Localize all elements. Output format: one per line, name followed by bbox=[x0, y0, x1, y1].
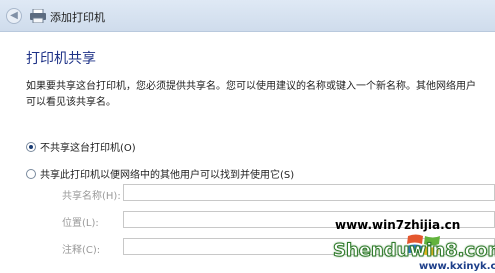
share-name-field[interactable] bbox=[123, 184, 495, 201]
radio-label: 共享此打印机以便网络中的其他用户可以找到并使用它(S) bbox=[40, 170, 295, 181]
back-arrow-icon: ◀ bbox=[10, 10, 18, 21]
printer-icon bbox=[30, 9, 46, 23]
radio-share[interactable]: 共享此打印机以便网络中的其他用户可以找到并使用它(S) bbox=[26, 166, 294, 181]
radio-no-share[interactable]: 不共享这台打印机(O) bbox=[26, 139, 136, 154]
radio-button[interactable] bbox=[26, 168, 36, 179]
title-bar: ◀ 添加打印机 bbox=[0, 0, 495, 32]
share-name-label: 共享名称(H): bbox=[62, 191, 121, 202]
watermark-url-secondary: www.kxinyk.com bbox=[419, 261, 495, 272]
comment-label: 注释(C): bbox=[62, 245, 101, 256]
location-label: 位置(L): bbox=[62, 218, 99, 229]
window-title: 添加打印机 bbox=[50, 11, 105, 24]
radio-button[interactable] bbox=[26, 141, 36, 152]
back-button[interactable]: ◀ bbox=[6, 8, 22, 24]
description-text: 如果要共享这台打印机，您必须提供共享名。您可以使用建议的名称或键入一个新名称。其… bbox=[26, 81, 476, 108]
radio-label: 不共享这台打印机(O) bbox=[40, 143, 136, 154]
page-heading: 打印机共享 bbox=[26, 51, 96, 67]
watermark-brand: Shenduwin8.com bbox=[332, 240, 495, 262]
